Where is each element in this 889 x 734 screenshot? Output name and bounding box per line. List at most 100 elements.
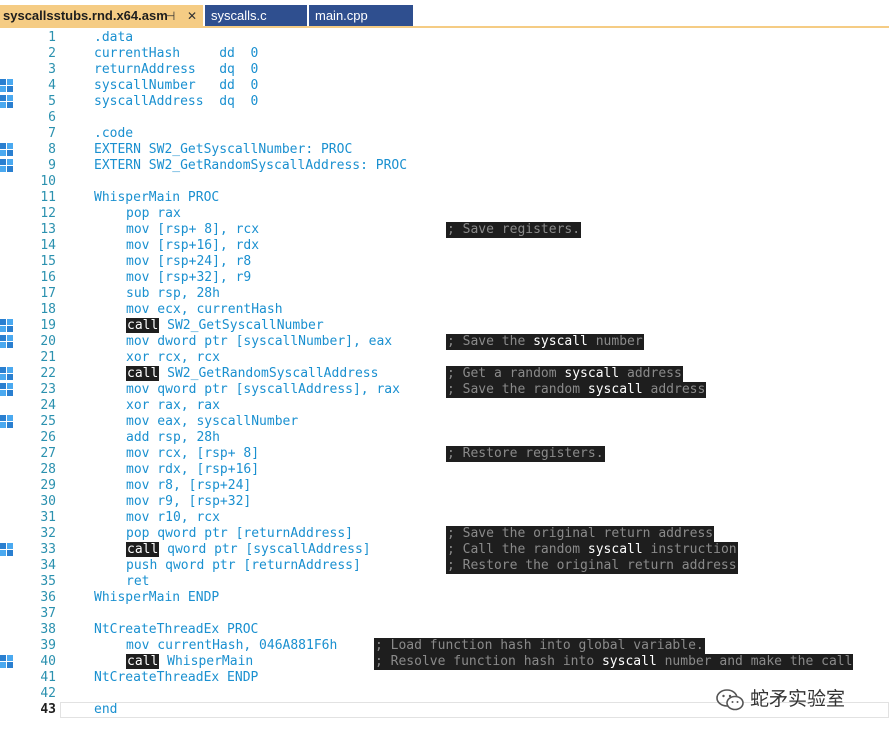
code-content: .code bbox=[94, 126, 134, 141]
code-text: syscallNumber dd 0 bbox=[94, 78, 258, 94]
tab-syscallsstubs-asm[interactable]: syscallsstubs.rnd.x64.asm ⊣ ✕ bbox=[0, 5, 203, 26]
comment-text-tail: number bbox=[587, 334, 643, 349]
watermark-text: 蛇矛实验室 bbox=[750, 688, 846, 710]
editor-tab-bar: syscallsstubs.rnd.x64.asm ⊣ ✕ syscalls.c… bbox=[0, 0, 889, 28]
comment-text-tail: address bbox=[642, 382, 706, 397]
code-line[interactable]: 8 EXTERN SW2_GetSyscallNumber: PROC bbox=[0, 142, 889, 158]
code-text: returnAddress dq 0 bbox=[94, 62, 258, 78]
code-content: mov [rsp+16], rdx bbox=[126, 238, 260, 253]
code-line[interactable]: 18 mov ecx, currentHash bbox=[0, 302, 889, 318]
line-number: 26 bbox=[40, 430, 56, 445]
code-line[interactable]: 28 mov rdx, [rsp+16] bbox=[0, 462, 889, 478]
code-content: push qword ptr [returnAddress] bbox=[126, 558, 361, 573]
comment-text: ; Save registers. bbox=[447, 222, 581, 237]
line-number: 19 bbox=[40, 318, 56, 333]
line-number: 5 bbox=[48, 94, 56, 109]
code-line[interactable]: 32 pop qword ptr [returnAddress] ; Save th… bbox=[0, 526, 889, 542]
code-line[interactable]: 1 .data bbox=[0, 30, 889, 46]
code-text: call SW2_GetSyscallNumber bbox=[126, 318, 324, 334]
code-line[interactable]: 35 ret bbox=[0, 574, 889, 590]
code-comment: ; Restore registers. bbox=[446, 446, 605, 462]
code-content: mov [rsp+32], r9 bbox=[126, 270, 252, 285]
code-content: mov currentHash, 046A881F6h bbox=[126, 638, 338, 653]
change-marker-icon bbox=[0, 383, 13, 397]
code-content: EXTERN SW2_GetSyscallNumber: PROC bbox=[94, 142, 353, 157]
tab-main-cpp[interactable]: main.cpp bbox=[309, 5, 413, 26]
close-icon[interactable]: ✕ bbox=[187, 6, 197, 27]
code-editor[interactable]: 1 .data 2 currentHash dd 0 3 returnAddress dq… bbox=[0, 30, 889, 734]
change-marker-icon bbox=[0, 143, 13, 157]
line-number: 9 bbox=[48, 158, 56, 173]
code-text: NtCreateThreadEx ENDP bbox=[94, 670, 258, 686]
code-line[interactable]: 3 returnAddress dq 0 bbox=[0, 62, 889, 78]
code-text: mov r10, rcx bbox=[126, 510, 220, 526]
code-content: WhisperMain ENDP bbox=[94, 590, 220, 605]
line-number: 24 bbox=[40, 398, 56, 413]
code-line[interactable]: 5 syscallAddress dq 0 bbox=[0, 94, 889, 110]
code-line[interactable]: 25 mov eax, syscallNumber bbox=[0, 414, 889, 430]
code-content: mov r8, [rsp+24] bbox=[126, 478, 252, 493]
code-text: call SW2_GetRandomSyscallAddress bbox=[126, 366, 378, 382]
code-line[interactable]: 24 xor rax, rax bbox=[0, 398, 889, 414]
line-number: 4 bbox=[48, 78, 56, 93]
code-line[interactable]: 17 sub rsp, 28h bbox=[0, 286, 889, 302]
code-line[interactable]: 33 call qword ptr [syscallAddress] ; Call … bbox=[0, 542, 889, 558]
line-number: 35 bbox=[40, 574, 56, 589]
code-line[interactable]: 11 WhisperMain PROC bbox=[0, 190, 889, 206]
code-line[interactable]: 16 mov [rsp+32], r9 bbox=[0, 270, 889, 286]
code-line[interactable]: 27 mov rcx, [rsp+ 8] ; Restore registers. bbox=[0, 446, 889, 462]
comment-text: ; Save the random bbox=[447, 382, 588, 397]
line-number: 1 bbox=[48, 30, 56, 45]
code-line[interactable]: 30 mov r9, [rsp+32] bbox=[0, 494, 889, 510]
code-line[interactable]: 7 .code bbox=[0, 126, 889, 142]
line-number: 17 bbox=[40, 286, 56, 301]
line-number: 43 bbox=[40, 702, 56, 717]
line-number: 8 bbox=[48, 142, 56, 157]
change-marker-icon bbox=[0, 335, 13, 349]
code-line[interactable]: 29 mov r8, [rsp+24] bbox=[0, 478, 889, 494]
code-content: pop qword ptr [returnAddress] bbox=[126, 526, 353, 541]
comment-text: ; Save the bbox=[447, 334, 534, 349]
code-line[interactable]: 26 add rsp, 28h bbox=[0, 430, 889, 446]
code-text: WhisperMain ENDP bbox=[94, 590, 219, 606]
code-line[interactable]: 6 bbox=[0, 110, 889, 126]
code-line[interactable]: 39 mov currentHash, 046A881F6h ; Load func… bbox=[0, 638, 889, 654]
code-line[interactable]: 37 bbox=[0, 606, 889, 622]
code-line[interactable]: 2 currentHash dd 0 bbox=[0, 46, 889, 62]
change-marker-icon bbox=[0, 543, 13, 557]
code-line[interactable]: 40 call WhisperMain ; Resolve function has… bbox=[0, 654, 889, 670]
code-line[interactable]: 22 call SW2_GetRandomSyscallAddress ; Get … bbox=[0, 366, 889, 382]
line-number: 2 bbox=[48, 46, 56, 61]
code-line[interactable]: 20 mov dword ptr [syscallNumber], eax ; Sa… bbox=[0, 334, 889, 350]
line-number: 36 bbox=[40, 590, 56, 605]
code-line[interactable]: 4 syscallNumber dd 0 bbox=[0, 78, 889, 94]
code-line[interactable]: 36 WhisperMain ENDP bbox=[0, 590, 889, 606]
code-content: returnAddress dq 0 bbox=[94, 62, 259, 77]
code-line[interactable]: 38 NtCreateThreadEx PROC bbox=[0, 622, 889, 638]
code-comment: ; Get a random syscall address bbox=[446, 366, 683, 382]
line-number: 16 bbox=[40, 270, 56, 285]
code-line[interactable]: 23 mov qword ptr [syscallAddress], rax ; S… bbox=[0, 382, 889, 398]
line-number: 25 bbox=[40, 414, 56, 429]
code-content: NtCreateThreadEx ENDP bbox=[94, 670, 259, 685]
code-text: mov currentHash, 046A881F6h bbox=[126, 638, 337, 654]
code-line[interactable]: 34 push qword ptr [returnAddress] ; Restor… bbox=[0, 558, 889, 574]
code-line[interactable]: 31 mov r10, rcx bbox=[0, 510, 889, 526]
tab-label: syscallsstubs.rnd.x64.asm bbox=[3, 8, 168, 23]
code-content: currentHash dd 0 bbox=[94, 46, 259, 61]
code-text: mov eax, syscallNumber bbox=[126, 414, 298, 430]
code-line[interactable]: 19 call SW2_GetSyscallNumber bbox=[0, 318, 889, 334]
code-text: pop qword ptr [returnAddress] bbox=[126, 526, 353, 542]
code-line[interactable]: 9 EXTERN SW2_GetRandomSyscallAddress: PRO… bbox=[0, 158, 889, 174]
tab-syscalls-c[interactable]: syscalls.c bbox=[205, 5, 307, 26]
tab-label: main.cpp bbox=[315, 8, 368, 23]
code-line[interactable]: 12 pop rax bbox=[0, 206, 889, 222]
code-line[interactable]: 15 mov [rsp+24], r8 bbox=[0, 254, 889, 270]
code-text: add rsp, 28h bbox=[126, 430, 220, 446]
code-line[interactable]: 10 bbox=[0, 174, 889, 190]
code-line[interactable]: 14 mov [rsp+16], rdx bbox=[0, 238, 889, 254]
code-text: NtCreateThreadEx PROC bbox=[94, 622, 258, 638]
code-line[interactable]: 13 mov [rsp+ 8], rcx ; Save registers. bbox=[0, 222, 889, 238]
code-line[interactable]: 21 xor rcx, rcx bbox=[0, 350, 889, 366]
pin-icon[interactable]: ⊣ bbox=[165, 6, 175, 27]
